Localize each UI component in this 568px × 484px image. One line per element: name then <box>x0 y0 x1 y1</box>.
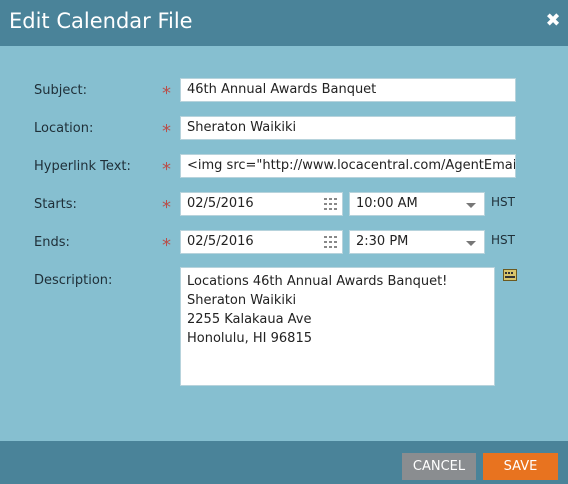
end-date-value: 02/5/2016 <box>187 234 254 249</box>
dialog-footer: CANCEL SAVE <box>0 441 568 484</box>
close-icon[interactable]: ✖ <box>543 11 563 31</box>
start-time-select[interactable]: 10:00 AM <box>349 192 485 216</box>
end-timezone: HST <box>491 233 515 247</box>
ends-label: Ends: <box>34 235 70 250</box>
calendar-icon[interactable] <box>324 198 337 210</box>
required-marker: * <box>162 83 171 104</box>
required-marker: * <box>162 235 171 256</box>
calendar-icon[interactable] <box>324 236 337 248</box>
notes-icon[interactable] <box>503 268 517 282</box>
description-textarea[interactable]: Locations 46th Annual Awards Banquet! Sh… <box>180 267 495 386</box>
required-marker: * <box>162 121 171 142</box>
edit-calendar-dialog: Edit Calendar File ✖ Subject: * 46th Ann… <box>0 0 568 484</box>
start-date-value: 02/5/2016 <box>187 196 254 211</box>
chevron-down-icon <box>466 241 476 246</box>
hyperlink-label: Hyperlink Text: <box>34 159 131 174</box>
location-label: Location: <box>34 121 94 136</box>
subject-label: Subject: <box>34 83 87 98</box>
hyperlink-input[interactable]: <img src="http://www.locacentral.com/Age… <box>180 154 516 178</box>
subject-input[interactable]: 46th Annual Awards Banquet <box>180 78 516 102</box>
starts-label: Starts: <box>34 197 77 212</box>
description-label: Description: <box>34 273 113 288</box>
save-button[interactable]: SAVE <box>483 453 558 480</box>
chevron-down-icon <box>466 203 476 208</box>
dialog-titlebar: Edit Calendar File ✖ <box>0 0 568 46</box>
end-date-input[interactable]: 02/5/2016 <box>180 230 343 254</box>
end-time-value: 2:30 PM <box>356 234 409 249</box>
required-marker: * <box>162 159 171 180</box>
location-input[interactable]: Sheraton Waikiki <box>180 116 516 140</box>
cancel-button[interactable]: CANCEL <box>402 453 476 480</box>
dialog-title: Edit Calendar File <box>9 9 193 33</box>
start-time-value: 10:00 AM <box>356 196 418 211</box>
start-date-input[interactable]: 02/5/2016 <box>180 192 343 216</box>
end-time-select[interactable]: 2:30 PM <box>349 230 485 254</box>
required-marker: * <box>162 197 171 218</box>
start-timezone: HST <box>491 195 515 209</box>
